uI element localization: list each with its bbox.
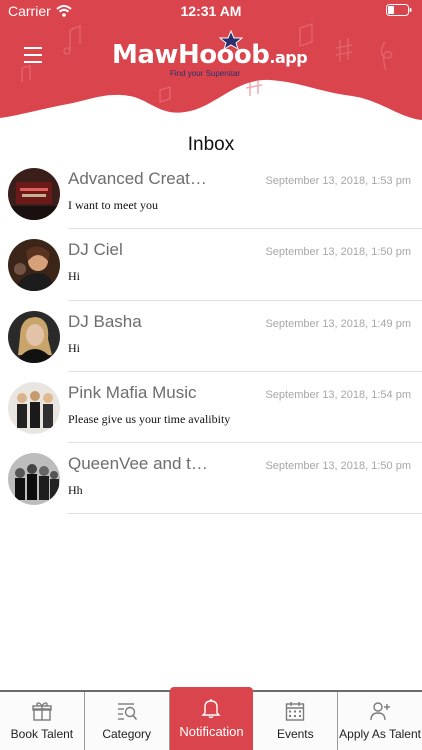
message-date: September 13, 2018, 1:54 pm xyxy=(265,388,411,401)
logo-suffix-text: .app xyxy=(269,48,308,67)
tab-label: Events xyxy=(276,727,314,741)
hamburger-icon xyxy=(24,47,42,63)
conversation-row[interactable]: DJ Ciel September 13, 2018, 1:50 pm Hi xyxy=(0,229,422,301)
contact-name: DJ Ciel xyxy=(68,240,123,260)
dj-ciel-avatar xyxy=(8,239,60,292)
contact-name: DJ Basha xyxy=(68,311,142,331)
bell-icon xyxy=(201,699,222,719)
add-user-icon xyxy=(370,702,391,721)
status-bar: Carrier 12:31 AM xyxy=(0,0,422,22)
tab-label: Apply As Talent xyxy=(339,727,421,741)
message-date: September 13, 2018, 1:49 pm xyxy=(265,317,411,330)
app-header: Carrier 12:31 AM MawHooob.app Find your … xyxy=(0,0,422,132)
logo-main-text: MawHooob xyxy=(112,40,270,70)
calendar-icon xyxy=(286,702,305,721)
battery-icon xyxy=(386,4,412,16)
tab-label: Category xyxy=(102,727,152,741)
logo-wordmark: MawHooob.app xyxy=(112,40,308,70)
message-preview: I want to meet you xyxy=(68,198,158,212)
message-date: September 13, 2018, 1:53 pm xyxy=(265,175,411,187)
conversation-list: Advanced Creat… September 13, 2018, 1:53… xyxy=(0,158,422,515)
dj-basha-avatar xyxy=(8,310,60,363)
tab-events[interactable]: Events xyxy=(253,692,339,750)
category-search-icon xyxy=(117,703,137,721)
message-preview: Please give us your time avalibity xyxy=(68,411,231,426)
queenvee-avatar xyxy=(8,453,60,506)
conversation-row[interactable]: DJ Basha September 13, 2018, 1:49 pm Hi xyxy=(0,301,422,372)
message-preview: Hh xyxy=(68,483,83,498)
tab-notification[interactable]: Notification xyxy=(169,687,254,750)
menu-button[interactable] xyxy=(20,44,48,66)
tab-book-talent[interactable]: Book Talent xyxy=(0,692,85,750)
tab-label: Notification xyxy=(179,724,244,739)
tab-category[interactable]: Category xyxy=(85,692,170,750)
message-preview: Hi xyxy=(68,340,80,355)
pink-mafia-avatar xyxy=(8,381,60,434)
message-date: September 13, 2018, 1:50 pm xyxy=(265,246,411,259)
contact-name: Pink Mafia Music xyxy=(68,382,197,402)
bottom-tab-bar: Book Talent Category Notification Events… xyxy=(0,687,422,750)
message-preview: Hi xyxy=(68,269,80,284)
conversation-row[interactable]: Advanced Creat… September 13, 2018, 1:53… xyxy=(0,158,422,230)
tab-label: Book Talent xyxy=(10,727,74,741)
app-logo: MawHooob.app Find your Superstar xyxy=(112,30,312,80)
gift-icon xyxy=(32,702,52,721)
contact-name: QueenVee and t… xyxy=(68,454,208,474)
contact-name: Advanced Creat… xyxy=(68,169,207,188)
status-time: 12:31 AM xyxy=(180,3,242,19)
message-date: September 13, 2018, 1:50 pm xyxy=(265,460,411,473)
row-divider xyxy=(68,513,422,515)
conversation-row[interactable]: Pink Mafia Music September 13, 2018, 1:5… xyxy=(0,372,422,444)
tab-apply-as-talent[interactable]: Apply As Talent xyxy=(338,692,422,750)
logo-tagline: Find your Superstar xyxy=(170,69,241,78)
page-title: Inbox xyxy=(187,134,235,155)
conversation-row[interactable]: QueenVee and t… September 13, 2018, 1:50… xyxy=(0,443,422,515)
advanced-creations-avatar xyxy=(8,168,60,220)
